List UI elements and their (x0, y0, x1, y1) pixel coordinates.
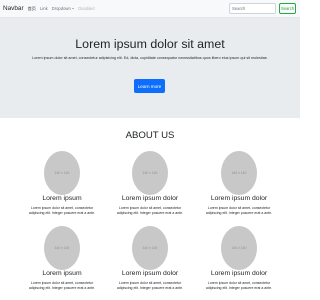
card-title: Lorem ipsum (42, 270, 82, 277)
nav-dropdown-label: Dropdown (51, 6, 71, 11)
navbar-brand[interactable]: Navbar (3, 5, 24, 12)
card-text: adipiscing elit. Integer posuere erat a … (205, 211, 273, 215)
image-placeholder: 140 x 140 (132, 226, 168, 270)
navbar: Navbar 首页 Link Dropdown Disabled Search … (0, 0, 300, 18)
nav-link-home[interactable]: 首页 (28, 6, 36, 12)
search-input[interactable]: Search (229, 3, 276, 14)
hero-lead: Lorem ipsum dolor sit amet, consectetur … (32, 56, 268, 60)
card-title: Lorem ipsum (42, 195, 82, 202)
card-title: Lorem ipsum dolor (121, 270, 179, 277)
about-title: ABOUT US (125, 130, 175, 141)
card-text: adipiscing elit. Integer posuere erat a … (28, 211, 96, 215)
card-text: adipiscing elit. Integer posuere erat a … (205, 286, 273, 290)
hero-title: Lorem ipsum dolor sit amet (75, 37, 225, 51)
image-placeholder: 140 x 140 (221, 151, 257, 195)
card-text: adipiscing elit. Integer posuere erat a … (28, 286, 96, 290)
image-placeholder: 140 x 140 (44, 151, 80, 195)
card-title: Lorem ipsum dolor (210, 195, 268, 202)
learn-more-button[interactable]: Learn more (134, 79, 165, 93)
chevron-down-icon (72, 8, 75, 9)
nav-link-disabled: Disabled (78, 6, 95, 11)
search-button[interactable]: Search (279, 3, 296, 14)
hero-section: Lorem ipsum dolor sit amet Lorem ipsum d… (0, 18, 300, 118)
card-text: adipiscing elit. Integer posuere erat a … (116, 211, 184, 215)
card-text: adipiscing elit. Integer posuere erat a … (116, 286, 184, 290)
image-placeholder: 140 x 140 (221, 226, 257, 270)
image-placeholder: 140 x 140 (132, 151, 168, 195)
nav-dropdown[interactable]: Dropdown (52, 6, 75, 11)
nav-link-link[interactable]: Link (40, 6, 48, 11)
card-title: Lorem ipsum dolor (121, 195, 179, 202)
card-title: Lorem ipsum dolor (210, 270, 268, 277)
image-placeholder: 140 x 140 (44, 226, 80, 270)
